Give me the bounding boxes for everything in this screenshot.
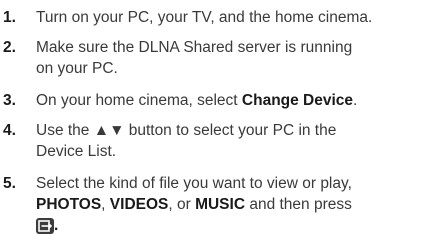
enter-button-icon [36,218,54,234]
step-4-text-line2: Device List. [36,143,117,160]
step-number: 3. [3,92,16,109]
step-text: Select the kind of file you want to view… [36,173,441,236]
step-5-period: . [54,217,59,234]
step-text: Turn on your PC, your TV, and the home c… [36,7,441,28]
step-number: 1. [3,9,16,26]
step-3-period: . [353,92,358,109]
separator: , [101,196,110,213]
step-3-text: On your home cinema, select [36,92,242,109]
videos-label: VIDEOS [109,196,169,213]
step-2-text-line2: on your PC. [36,60,118,77]
step-1-text: Turn on your PC, your TV, and the home c… [36,9,373,26]
instruction-steps: 1. Turn on your PC, your TV, and the hom… [0,0,446,251]
step-2-text-line1: Make sure the DLNA Shared server is runn… [36,39,353,56]
step-text: Use the ▲▼ button to select your PC in t… [36,120,441,162]
separator: , or [168,196,196,213]
photos-label: PHOTOS [36,196,102,213]
step-5-text-after: and then press [245,196,352,213]
step-number: 2. [3,39,16,56]
step-5-text-line1: Select the kind of file you want to view… [36,175,352,192]
step-text: Make sure the DLNA Shared server is runn… [36,37,441,79]
step-4-text-line1: Use the ▲▼ button to select your PC in t… [36,122,337,139]
change-device-label: Change Device [241,92,354,109]
step-number: 5. [3,175,16,192]
step-text: On your home cinema, select Change Devic… [36,90,441,111]
music-label: MUSIC [195,196,246,213]
step-number: 4. [3,122,16,139]
